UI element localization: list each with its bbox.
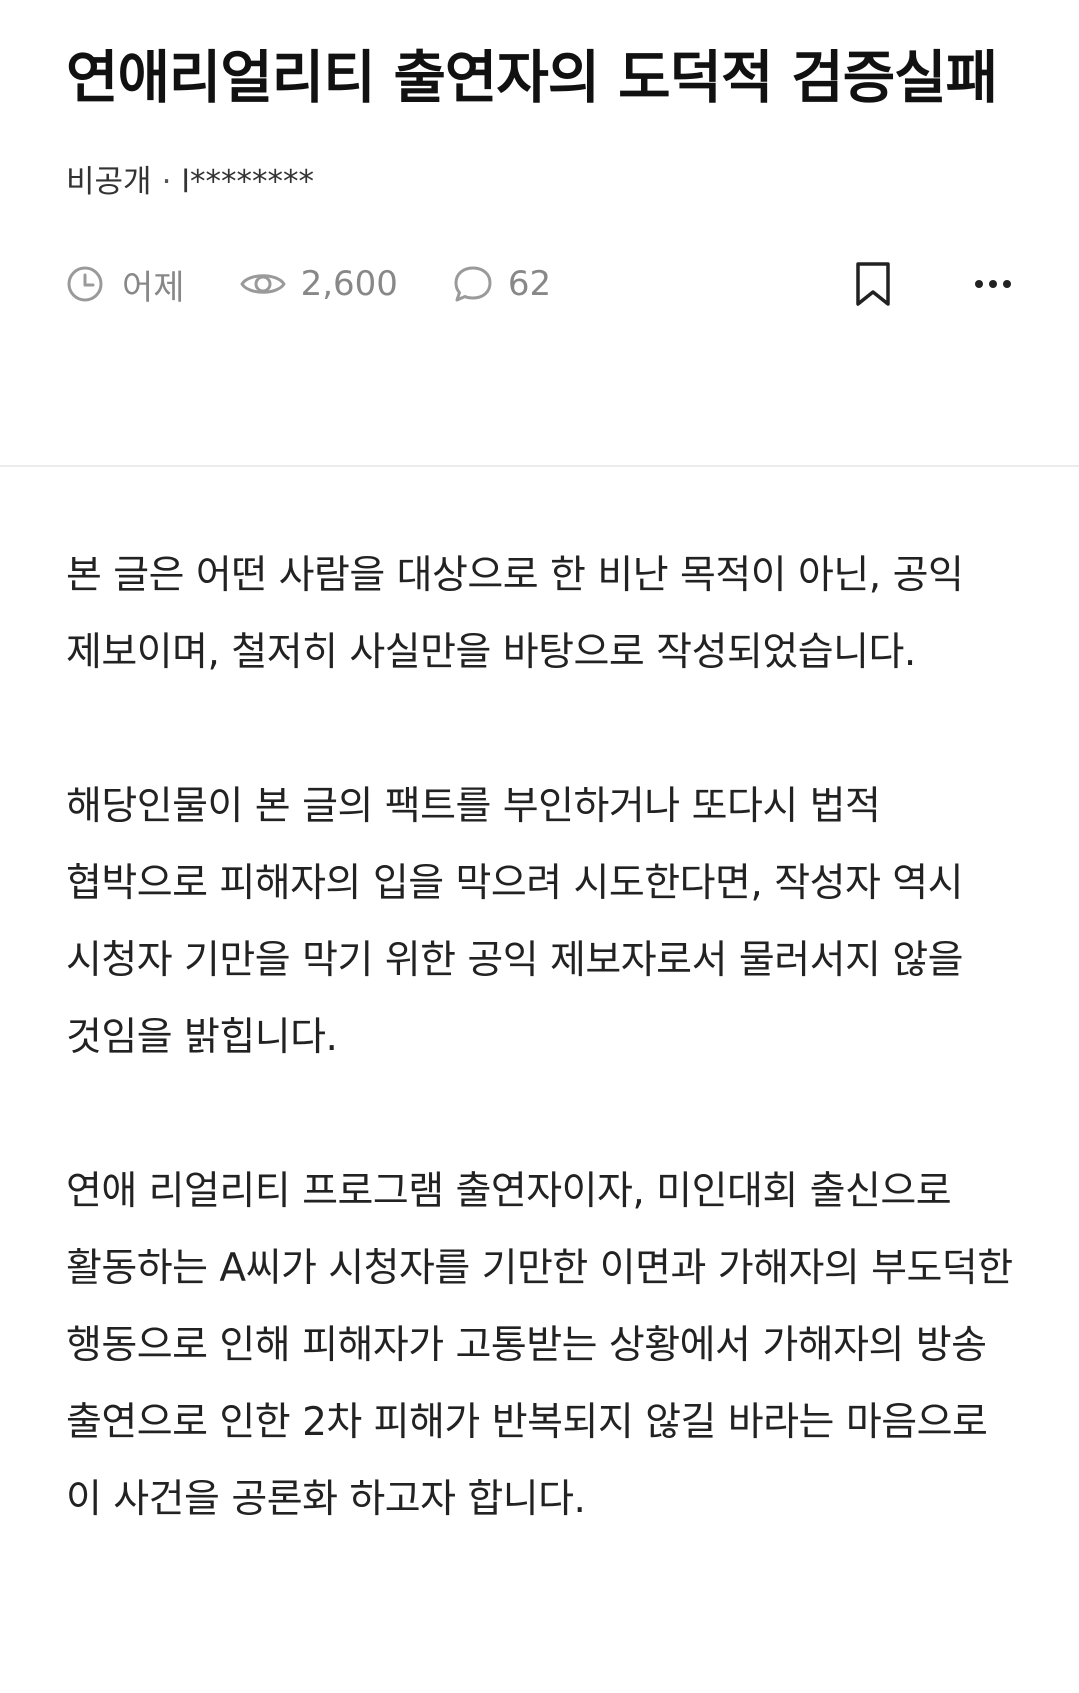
post-title: 연애리얼리티 출연자의 도덕적 검증실패: [66, 45, 998, 111]
view-count-value: 2,600: [300, 264, 398, 304]
speech-bubble-icon: [454, 266, 492, 302]
post-time: 어제: [66, 260, 185, 309]
post-body: 본 글은 어떤 사람을 대상으로 한 비난 목적이 아닌, 공익 제보이며, 철…: [0, 467, 1079, 1538]
view-count: 2,600: [239, 264, 398, 304]
meta-separator: ·: [161, 164, 172, 200]
comment-count-value: 62: [507, 264, 552, 304]
post-actions: [853, 254, 1013, 314]
author-line: 비공개 · l********: [66, 162, 1013, 202]
comment-count[interactable]: 62: [452, 264, 551, 304]
eye-icon: [240, 274, 286, 294]
body-paragraph: 연애 리얼리티 프로그램 출연자이자, 미인대회 출신으로 활동하는 A씨가 시…: [66, 1169, 1013, 1522]
clock-icon: [67, 266, 103, 302]
body-paragraph: 해당인물이 본 글의 팩트를 부인하거나 또다시 법적 협박으로 피해자의 입을…: [66, 784, 964, 1060]
more-options-button[interactable]: [973, 278, 1013, 290]
post-header: 연애리얼리티 출연자의 도덕적 검증실패 비공개 · l******** 어제 2,…: [0, 0, 1079, 467]
body-paragraph: 본 글은 어떤 사람을 대상으로 한 비난 목적이 아닌, 공익 제보이며, 철…: [66, 553, 964, 675]
more-dots-icon: [975, 280, 1011, 288]
author-name[interactable]: l********: [181, 164, 314, 200]
bookmark-button[interactable]: [853, 260, 893, 308]
time-label: 어제: [122, 267, 185, 308]
post-stats: 어제 2,600 62: [66, 254, 1013, 314]
visibility-label: 비공개: [66, 164, 152, 200]
bookmark-icon: [856, 262, 890, 306]
